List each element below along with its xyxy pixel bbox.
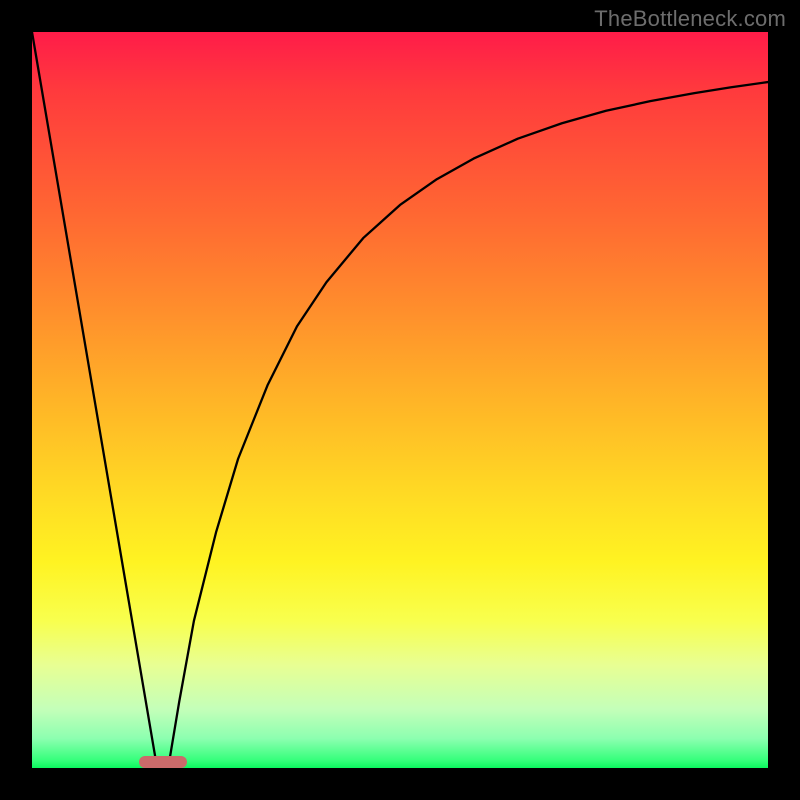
watermark-text: TheBottleneck.com (594, 6, 786, 32)
chart-frame: TheBottleneck.com (0, 0, 800, 800)
plot-area (32, 32, 768, 768)
highlight-bar (139, 756, 187, 768)
curve-svg (32, 32, 768, 768)
curve-path (32, 32, 768, 768)
